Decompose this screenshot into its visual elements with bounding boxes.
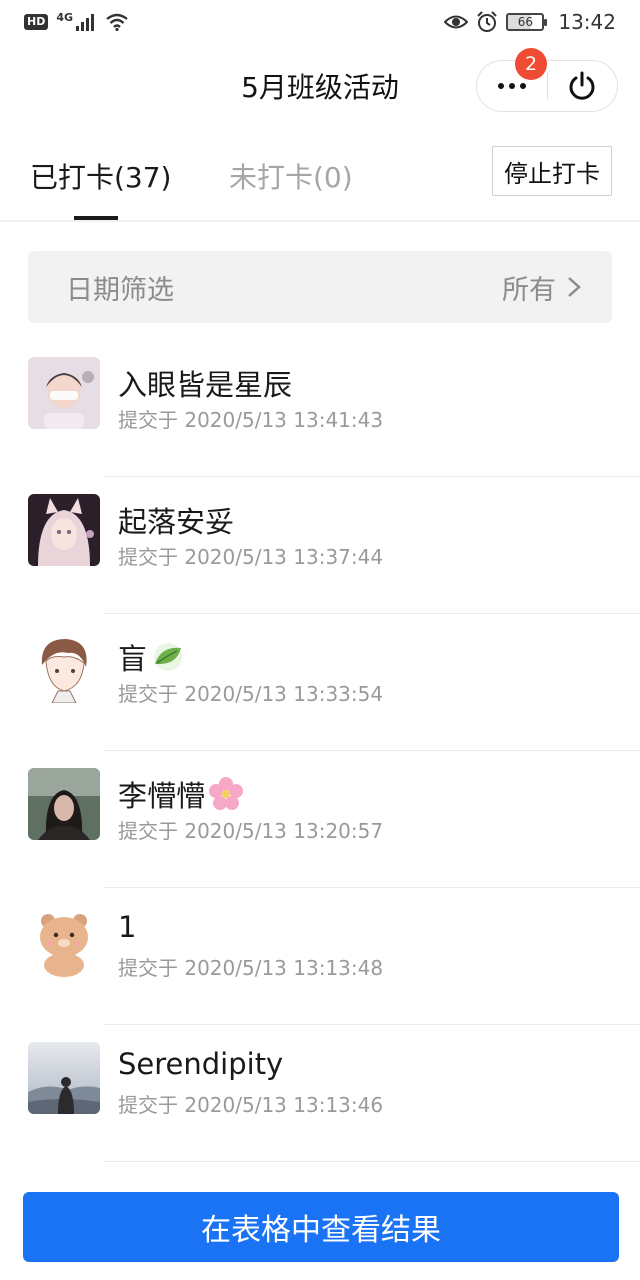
title-bar: 5月班级活动 2 xyxy=(0,44,640,128)
entry-time: 提交于 2020/5/13 13:13:46 xyxy=(118,1093,384,1117)
avatar xyxy=(28,768,100,840)
wifi-icon xyxy=(106,13,128,31)
list-item[interactable]: 入眼皆是星辰 提交于 2020/5/13 13:41:43 xyxy=(0,340,640,477)
entry-name: 盲 xyxy=(118,636,185,678)
list-item[interactable]: Serendipity 提交于 2020/5/13 13:13:46 xyxy=(0,1025,640,1162)
list-item[interactable]: 盲 提交于 2020/5/13 13:33:54 xyxy=(0,614,640,751)
network-type: 4G xyxy=(56,10,74,24)
avatar xyxy=(28,631,100,703)
status-bar: HD 4G 66 13:42 xyxy=(0,0,640,44)
leaf-emoji-icon xyxy=(154,643,183,671)
entry-time: 提交于 2020/5/13 13:37:44 xyxy=(118,545,384,569)
notification-badge: 2 xyxy=(515,48,547,80)
entry-name: Serendipity xyxy=(118,1047,284,1081)
entry-time: 提交于 2020/5/13 13:33:54 xyxy=(118,682,384,706)
chevron-right-icon xyxy=(568,277,581,297)
more-dots-icon xyxy=(497,83,526,89)
date-filter-value: 所有 xyxy=(502,268,582,307)
entry-time: 提交于 2020/5/13 13:20:57 xyxy=(118,819,384,843)
entry-name: 入眼皆是星辰 xyxy=(118,368,293,402)
entry-name: 李懵懵 xyxy=(118,773,244,815)
more-button[interactable]: 2 xyxy=(477,48,547,112)
close-button[interactable] xyxy=(548,60,618,112)
tab-checked-in[interactable]: 已打卡(37) xyxy=(30,156,171,196)
eye-icon xyxy=(444,15,469,29)
clock-time: 13:42 xyxy=(558,10,616,34)
entry-name: 起落安妥 xyxy=(118,505,235,539)
divider xyxy=(104,1161,640,1162)
cherry-blossom-emoji-icon xyxy=(209,777,244,810)
hd-icon: HD xyxy=(24,14,49,30)
entry-name: 1 xyxy=(118,910,137,944)
avatar xyxy=(28,1042,100,1114)
entry-time: 提交于 2020/5/13 13:13:48 xyxy=(118,956,384,980)
power-icon xyxy=(569,71,595,100)
status-right: 66 13:42 xyxy=(444,10,616,34)
view-in-table-button[interactable]: 在表格中查看结果 xyxy=(23,1192,619,1262)
date-filter-label: 日期筛选 xyxy=(66,274,174,306)
date-filter-selected: 所有 xyxy=(502,274,556,306)
battery-icon: 66 xyxy=(506,13,548,31)
list-item[interactable]: 1 提交于 2020/5/13 13:13:48 xyxy=(0,888,640,1025)
alarm-icon xyxy=(477,11,498,32)
active-tab-indicator xyxy=(74,216,118,220)
list-item[interactable]: 李懵懵 提交于 2020/5/13 13:20:57 xyxy=(0,751,640,888)
status-left: HD 4G xyxy=(24,10,129,31)
entry-time: 提交于 2020/5/13 13:41:43 xyxy=(118,408,384,432)
stop-checkin-button[interactable]: 停止打卡 xyxy=(492,146,612,196)
signal-icon xyxy=(76,14,95,31)
avatar xyxy=(28,357,100,429)
mini-program-capsule: 2 xyxy=(476,48,618,112)
avatar xyxy=(28,905,100,977)
avatar xyxy=(28,494,100,566)
list-item[interactable]: 起落安妥 提交于 2020/5/13 13:37:44 xyxy=(0,477,640,614)
checkin-list: 入眼皆是星辰 提交于 2020/5/13 13:41:43 起落安妥 提交于 2… xyxy=(0,340,640,1162)
date-filter[interactable]: 日期筛选 所有 xyxy=(28,251,612,323)
tab-not-checked-in[interactable]: 未打卡(0) xyxy=(229,156,353,196)
tab-bar: 已打卡(37) 未打卡(0) 停止打卡 xyxy=(0,128,640,222)
